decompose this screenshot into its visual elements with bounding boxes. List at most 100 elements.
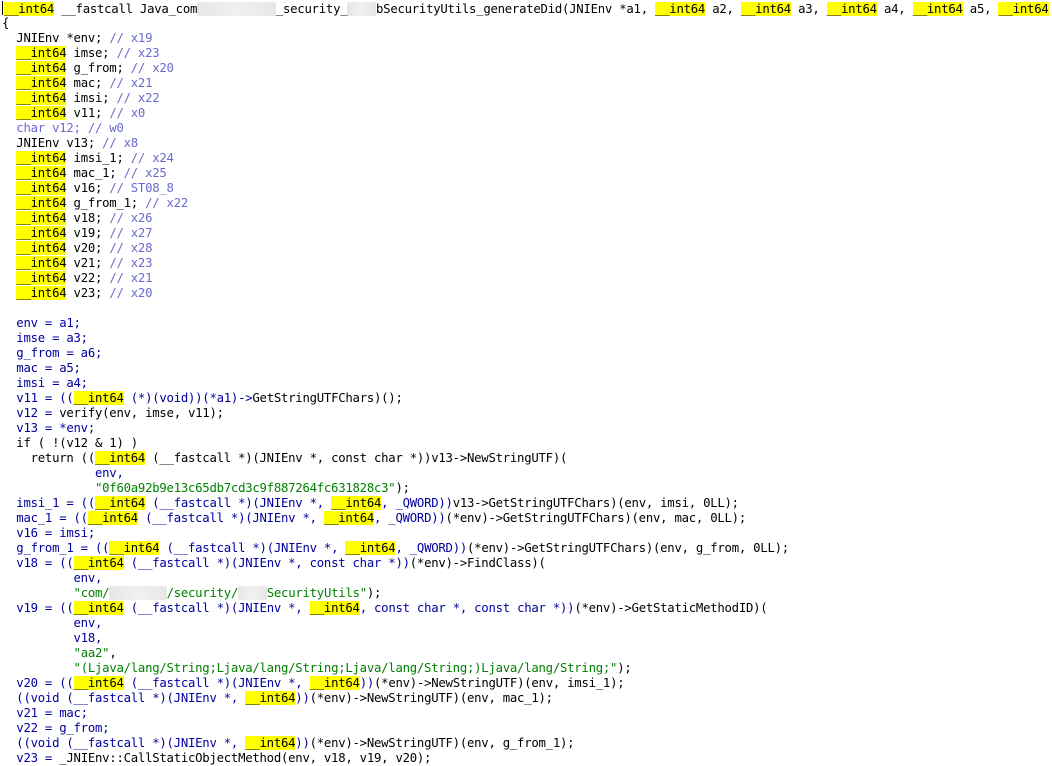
code-line[interactable]: __int64 v20; // x28 [2,241,1050,256]
code-line[interactable]: ((void (__fastcall *)(JNIEnv *, __int64)… [2,691,1050,706]
code-token: _JNIEnv::CallStaticObjectMethod(env, v18… [59,751,432,765]
code-line[interactable]: __int64 imsi_1; // x24 [2,151,1050,166]
code-line[interactable]: __int64 v22; // x21 [2,271,1050,286]
code-line[interactable]: { [2,16,1050,31]
code-line[interactable]: "aa2", [2,646,1050,661]
code-line[interactable]: v12 = verify(env, imse, v11); [2,406,1050,421]
code-line[interactable]: env, [2,616,1050,631]
code-line[interactable]: v22 = g_from; [2,721,1050,736]
code-line[interactable]: __int64 v21; // x23 [2,256,1050,271]
highlighted-token: __int64 [16,196,67,210]
redacted-token: xxxxxxxx [109,586,167,600]
highlighted-token: __int64 [4,2,55,16]
code-line[interactable]: mac_1 = ((__int64 (__fastcall *)(JNIEnv … [2,511,1050,526]
code-line[interactable]: __int64 mac_1; // x25 [2,166,1050,181]
code-line[interactable]: v16 = imsi; [2,526,1050,541]
highlighted-token: __int64 [16,166,67,180]
code-token: a4, [876,2,913,16]
code-line[interactable]: if ( !(v12 & 1) ) [2,436,1050,451]
code-line[interactable]: env, [2,571,1050,586]
code-line[interactable]: v20 = ((__int64 (__fastcall *)(JNIEnv *,… [2,676,1050,691]
code-line[interactable]: __int64 v19; // x27 [2,226,1050,241]
code-token: v16; [66,181,110,195]
code-token: a2, [705,2,741,16]
code-line[interactable]: __int64 v16; // ST08_8 [2,181,1050,196]
code-token: (*)(void))(*a1)-> [123,391,253,405]
code-line[interactable]: v23 = _JNIEnv::CallStaticObjectMethod(en… [2,751,1050,766]
pseudocode-view[interactable]: __int64 __fastcall Java_com_xxxxx_xxxx_s… [2,1,1050,766]
code-token: GetStringUTFChars)(); [252,391,403,405]
code-token: (*env)->FindClass)( [409,556,546,570]
code-line[interactable]: __int64 v23; // x20 [2,286,1050,301]
code-token: v11; [66,106,110,120]
code-line[interactable]: v18 = ((__int64 (__fastcall *)(JNIEnv *,… [2,556,1050,571]
code-line[interactable]: return ((__int64 (__fastcall *)(JNIEnv *… [2,451,1050,466]
code-line[interactable]: "(Ljava/lang/String;Ljava/lang/String;Lj… [2,661,1050,676]
code-line[interactable]: v11 = ((__int64 (*)(void))(*a1)->GetStri… [2,391,1050,406]
code-token: // x8 [102,136,138,150]
code-line[interactable]: char v12; // w0 [2,121,1050,136]
code-line[interactable]: __int64 g_from_1; // x22 [2,196,1050,211]
code-token: v18, [2,631,103,645]
code-line[interactable]: env = a1; [2,316,1050,331]
code-token: v19; [66,226,110,240]
code-token: mac = a5; [2,361,81,375]
code-token: imse; [66,46,117,60]
highlighted-token: __int64 [331,496,382,510]
code-token: , [109,646,117,660]
code-line[interactable]: JNIEnv *env; // x19 [2,31,1050,46]
highlighted-token: __int64 [95,496,146,510]
code-token: return (( [2,451,96,465]
code-line[interactable]: "0f60a92b9e13c65db7cd3c9f887264fc631828c… [2,481,1050,496]
highlighted-token: __int64 [16,256,67,270]
code-line[interactable]: "com/xxxxxxxx/security/xxxxSecurityUtils… [2,586,1050,601]
code-token: (*env)->NewStringUTF)(env, mac_1); [309,691,553,705]
code-line[interactable]: ((void (__fastcall *)(JNIEnv *, __int64)… [2,736,1050,751]
code-line[interactable] [2,301,1050,316]
code-line[interactable]: v21 = mac; [2,706,1050,721]
code-token: (__fastcall *)(JNIEnv *, [123,676,310,690]
code-token: )) [295,691,310,705]
code-token: , const char *, const char *)) [359,601,575,615]
code-token: g_from_1; [66,196,146,210]
code-line[interactable]: __int64 v18; // x26 [2,211,1050,226]
code-line[interactable]: g_from = a6; [2,346,1050,361]
code-line[interactable]: imse = a3; [2,331,1050,346]
code-line[interactable]: v13 = *env; [2,421,1050,436]
code-token: imsi; [66,91,117,105]
code-token: char v12; // w0 [2,121,124,135]
highlighted-token: __int64 [998,2,1049,16]
code-line[interactable]: v18, [2,631,1050,646]
highlighted-token: __int64 [16,91,67,105]
code-line[interactable]: __int64 imsi; // x22 [2,91,1050,106]
code-line[interactable]: imsi_1 = ((__int64 (__fastcall *)(JNIEnv… [2,496,1050,511]
code-line[interactable]: JNIEnv v13; // x8 [2,136,1050,151]
code-token: v13 = *env; [2,421,95,435]
highlighted-token: __int64 [309,676,360,690]
code-line[interactable]: __int64 v11; // x0 [2,106,1050,121]
highlighted-token: __int64 [345,541,396,555]
code-token: (*env)->NewStringUTF)(env, g_from_1); [309,736,575,750]
code-line[interactable]: __int64 mac; // x21 [2,76,1050,91]
code-line[interactable]: __int64 imse; // x23 [2,46,1050,61]
highlighted-token: __int64 [16,241,67,255]
code-line[interactable]: mac = a5; [2,361,1050,376]
code-token: ); [395,481,410,495]
code-line[interactable]: v19 = ((__int64 (__fastcall *)(JNIEnv *,… [2,601,1050,616]
code-token: // x22 [116,91,160,105]
code-token: (*env)->GetStringUTFChars)(env, mac, 0LL… [445,511,747,525]
code-token: "aa2" [73,646,110,660]
code-line[interactable]: imsi = a4; [2,376,1050,391]
code-line[interactable]: g_from_1 = ((__int64 (__fastcall *)(JNIE… [2,541,1050,556]
code-line[interactable]: __int64 __fastcall Java_com_xxxxx_xxxx_s… [2,1,1050,16]
code-token: v12 = [2,406,60,420]
code-token: // x26 [109,211,153,225]
code-line[interactable]: env, [2,466,1050,481]
code-token: _security_ [275,2,348,16]
code-line[interactable]: __int64 g_from; // x20 [2,61,1050,76]
